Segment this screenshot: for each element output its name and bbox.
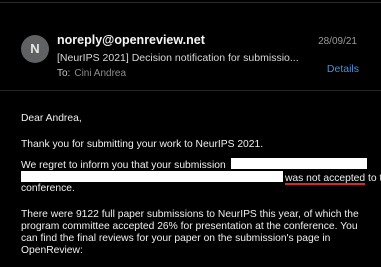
decision-highlight: was not accepted: [285, 173, 366, 184]
sender-avatar: N: [21, 35, 49, 63]
redacted-title-part-2: [21, 171, 283, 182]
header-divider: [0, 90, 381, 91]
recipient-name[interactable]: Cini Andrea: [74, 68, 126, 79]
top-divider: [0, 2, 381, 3]
email-date: 28/09/21: [318, 36, 357, 47]
decision-line-2: was not accepted to the: [21, 171, 381, 186]
greeting: Dear Andrea,: [21, 113, 82, 124]
email-subject: [NeurIPS 2021] Decision notification for…: [57, 52, 299, 64]
details-link[interactable]: Details: [327, 63, 359, 75]
regret-text: We regret to inform you that your submis…: [21, 160, 226, 171]
thanks-paragraph: Thank you for submitting your work to Ne…: [21, 139, 264, 150]
stats-line-2: program committee accepted 26% for prese…: [21, 221, 358, 232]
to-label: To:: [57, 68, 71, 79]
decision-line-3: conference.: [21, 183, 75, 194]
decision-suffix: to the: [368, 173, 381, 184]
email-view: N noreply@openreview.net [NeurIPS 2021] …: [0, 0, 381, 267]
sender-address[interactable]: noreply@openreview.net: [57, 33, 205, 47]
stats-line-3: can find the final reviews for your pape…: [21, 233, 331, 244]
recipient-line: To: Cini Andrea: [57, 68, 126, 79]
redacted-title-part-1: [230, 158, 367, 169]
stats-line-4: OpenReview:: [21, 245, 83, 256]
stats-line-1: There were 9122 full paper submissions t…: [21, 209, 359, 220]
